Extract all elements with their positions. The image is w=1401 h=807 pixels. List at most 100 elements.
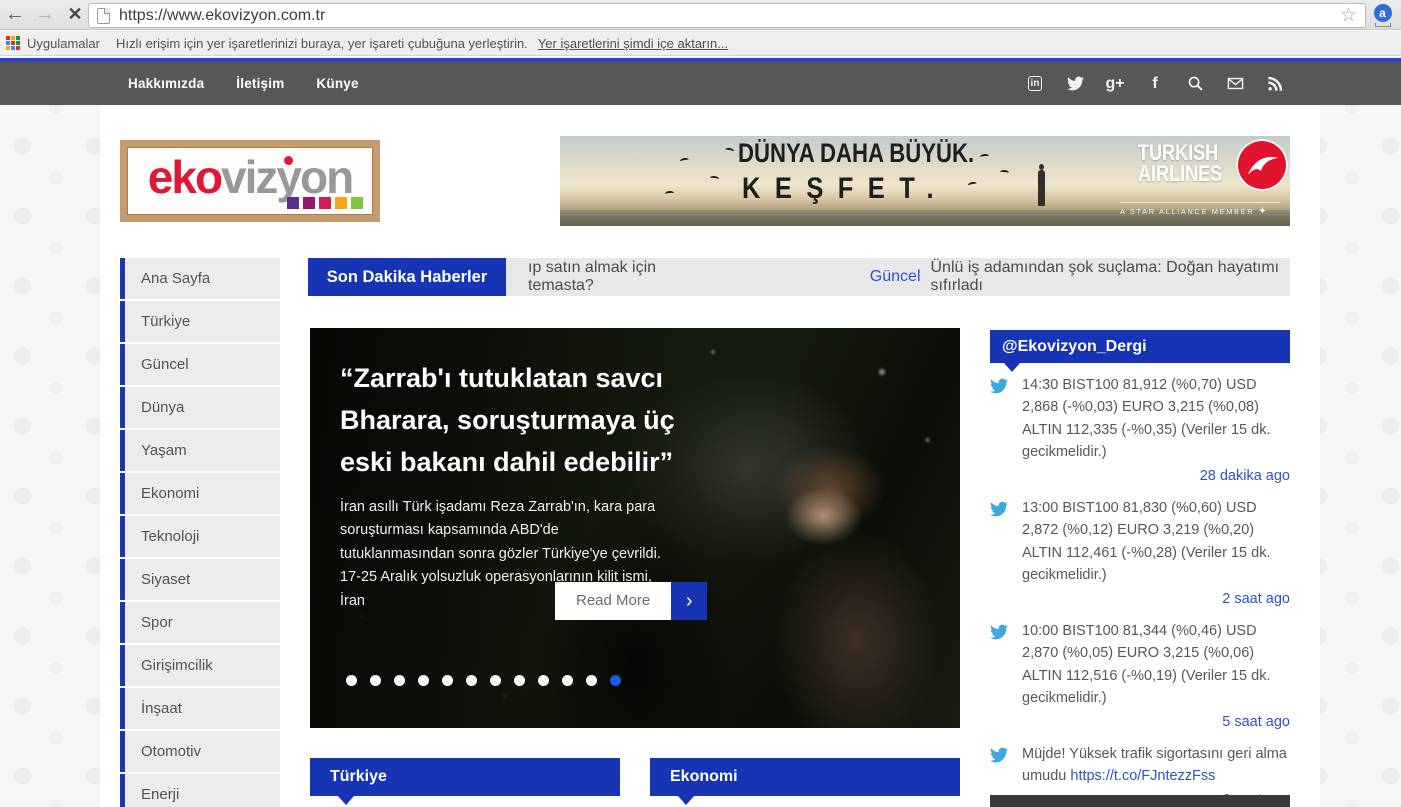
slider-dot-10[interactable] — [562, 675, 573, 686]
linkedin-icon[interactable]: in — [1025, 74, 1045, 94]
slider-dot-7[interactable] — [490, 675, 501, 686]
sidebar-item-girisimcilik[interactable]: Girişimcilik — [120, 645, 280, 686]
banner-person-silhouette — [1038, 170, 1045, 206]
logo-square — [287, 197, 299, 209]
sidebar-item-ana-sayfa[interactable]: Ana Sayfa — [120, 258, 280, 299]
slide-headline[interactable]: “Zarrab'ı tutuklatan savcı Bharara, soru… — [340, 358, 675, 484]
ticker-label[interactable]: Son Dakika Haberler — [308, 258, 506, 296]
slider-dot-11[interactable] — [586, 675, 597, 686]
hero-slider[interactable]: “Zarrab'ı tutuklatan savcı Bharara, soru… — [310, 328, 960, 728]
slider-dots — [346, 675, 621, 686]
news-ticker: Son Dakika Haberler ıp satın almak için … — [308, 258, 1290, 296]
browser-toolbar: ← → ✕ https://www.ekovizyon.com.tr ☆ a — [0, 0, 1401, 30]
apps-grid-icon[interactable] — [6, 36, 20, 50]
site-logo[interactable]: ekovizyon — [120, 140, 380, 222]
slider-dot-6[interactable] — [466, 675, 477, 686]
bookmarks-import-link[interactable]: Yer işaretlerini şimdi içe aktarın... — [538, 36, 728, 51]
read-more-button[interactable]: Read More › — [555, 582, 707, 620]
slider-dot-12[interactable] — [610, 675, 621, 686]
slider-dot-4[interactable] — [418, 675, 429, 686]
stop-icon[interactable]: ✕ — [60, 4, 90, 25]
tweet-timestamp[interactable]: 5 saat ago — [1022, 714, 1290, 730]
sidebar-item-siyaset[interactable]: Siyaset — [120, 559, 280, 600]
sidebar-item-teknoloji[interactable]: Teknoloji — [120, 516, 280, 557]
turkish-airlines-emblem-icon — [1236, 139, 1288, 191]
logo-wordmark: ekovizyon — [148, 150, 352, 204]
apps-label[interactable]: Uygulamalar — [27, 36, 100, 51]
logo-square — [351, 197, 363, 209]
logo-i-dot — [284, 156, 293, 165]
sidebar-item-insaat[interactable]: İnşaat — [120, 688, 280, 729]
ticker-item[interactable]: Ünlü iş adamından şok suçlama: Doğan hay… — [931, 259, 1291, 295]
sidebar-item-guncel[interactable]: Güncel — [120, 344, 280, 385]
sidebar-item-dunya[interactable]: Dünya — [120, 387, 280, 428]
banner-headline2: KEŞFET. — [742, 172, 948, 206]
sidebar-item-spor[interactable]: Spor — [120, 602, 280, 643]
turkish-airlines-logo-text: TURKISHAIRLINES — [1138, 143, 1222, 185]
chevron-right-icon[interactable]: › — [671, 582, 707, 620]
logo-square — [319, 197, 331, 209]
tweet-link[interactable]: https://t.co/FJntezzFss — [1070, 768, 1215, 784]
extension-badge: a — [1374, 4, 1392, 22]
email-icon[interactable] — [1225, 74, 1245, 94]
url-text[interactable]: https://www.ekovizyon.com.tr — [119, 7, 1340, 25]
twitter-bird-icon — [990, 377, 1008, 395]
twitter-feed: 14:30 BIST100 81,912 (%0,70) USD 2,868 (… — [990, 374, 1290, 807]
slider-dot-8[interactable] — [514, 675, 525, 686]
google-plus-icon[interactable]: g+ — [1105, 74, 1125, 94]
slider-dot-2[interactable] — [370, 675, 381, 686]
social-icons: in g+ f — [1025, 74, 1285, 94]
url-bar[interactable]: https://www.ekovizyon.com.tr ☆ — [88, 3, 1366, 28]
sidebar-item-turkiye[interactable]: Türkiye — [120, 301, 280, 342]
tweet-item: 13:00 BIST100 81,830 (%0,60) USD 2,872 (… — [990, 497, 1290, 607]
tweet-text: Müjde! Yüksek trafik sigortasını geri al… — [1022, 743, 1290, 788]
star-alliance-icon: ✦ — [1258, 206, 1266, 217]
top-nav-menu: Hakkımızda İletişim Künye — [128, 76, 359, 91]
slider-dot-5[interactable] — [442, 675, 453, 686]
back-icon[interactable]: ← — [0, 3, 30, 26]
slider-dot-1[interactable] — [346, 675, 357, 686]
tweet-timestamp[interactable]: 2 saat ago — [1022, 591, 1290, 607]
twitter-feed-header[interactable]: @Ekovizyon_Dergi — [990, 330, 1290, 363]
tweet-item: 10:00 BIST100 81,344 (%0,46) USD 2,870 (… — [990, 620, 1290, 730]
ticker-category[interactable]: Güncel — [870, 268, 921, 286]
twitter-bird-icon — [990, 500, 1008, 518]
extension-ruler — [1375, 23, 1391, 27]
tweet-timestamp[interactable]: 28 dakika ago — [1022, 468, 1290, 484]
bookmarks-bar: Uygulamalar Hızlı erişim için yer işaret… — [0, 31, 1401, 56]
sidebar-item-otomotiv[interactable]: Otomotiv — [120, 731, 280, 772]
sidebar-menu: Ana SayfaTürkiyeGüncelDünyaYaşamEkonomiT… — [120, 258, 280, 807]
page: ← → ✕ https://www.ekovizyon.com.tr ☆ a U… — [0, 0, 1401, 807]
twitter-icon[interactable] — [1065, 74, 1085, 94]
ad-banner-turkish-airlines[interactable]: DÜNYA DAHA BÜYÜK. KEŞFET. TURKISHAIRLINE… — [560, 136, 1290, 226]
slider-dot-3[interactable] — [394, 675, 405, 686]
page-icon — [97, 8, 110, 24]
nav-item-iletisim[interactable]: İletişim — [236, 76, 284, 91]
bookmarks-hint: Hızlı erişim için yer işaretlerinizi bur… — [116, 36, 528, 51]
rss-icon[interactable] — [1265, 74, 1285, 94]
sidebar-item-enerji[interactable]: Enerji — [120, 774, 280, 807]
nav-item-hakkimizda[interactable]: Hakkımızda — [128, 76, 204, 91]
search-icon[interactable] — [1185, 74, 1205, 94]
bookmark-star-icon[interactable]: ☆ — [1340, 4, 1357, 27]
logo-square — [303, 197, 315, 209]
extension-icon[interactable]: a — [1372, 4, 1393, 27]
facebook-icon[interactable]: f — [1145, 74, 1165, 94]
sidebar-item-yasam[interactable]: Yaşam — [120, 430, 280, 471]
twitter-bird-icon — [990, 746, 1008, 764]
tweet-text: 10:00 BIST100 81,344 (%0,46) USD 2,870 (… — [1022, 620, 1290, 710]
read-more-label: Read More — [555, 582, 671, 620]
nav-item-kunye[interactable]: Künye — [316, 76, 358, 91]
star-alliance-text: A STAR ALLIANCE MEMBER✦ — [1120, 202, 1280, 217]
tweet-text: 14:30 BIST100 81,912 (%0,70) USD 2,868 (… — [1022, 374, 1290, 464]
slider-dot-9[interactable] — [538, 675, 549, 686]
next-section-bar — [990, 795, 1290, 807]
tweet-item: 14:30 BIST100 81,912 (%0,70) USD 2,868 (… — [990, 374, 1290, 484]
ticker-item[interactable]: ıp satın almak için temasta? — [528, 259, 704, 295]
sidebar-item-ekonomi[interactable]: Ekonomi — [120, 473, 280, 514]
section-header-turkiye[interactable]: Türkiye — [310, 758, 620, 796]
section-header-ekonomi[interactable]: Ekonomi — [650, 758, 960, 796]
tweet-text: 13:00 BIST100 81,830 (%0,60) USD 2,872 (… — [1022, 497, 1290, 587]
logo-square — [335, 197, 347, 209]
forward-icon[interactable]: → — [30, 3, 60, 26]
